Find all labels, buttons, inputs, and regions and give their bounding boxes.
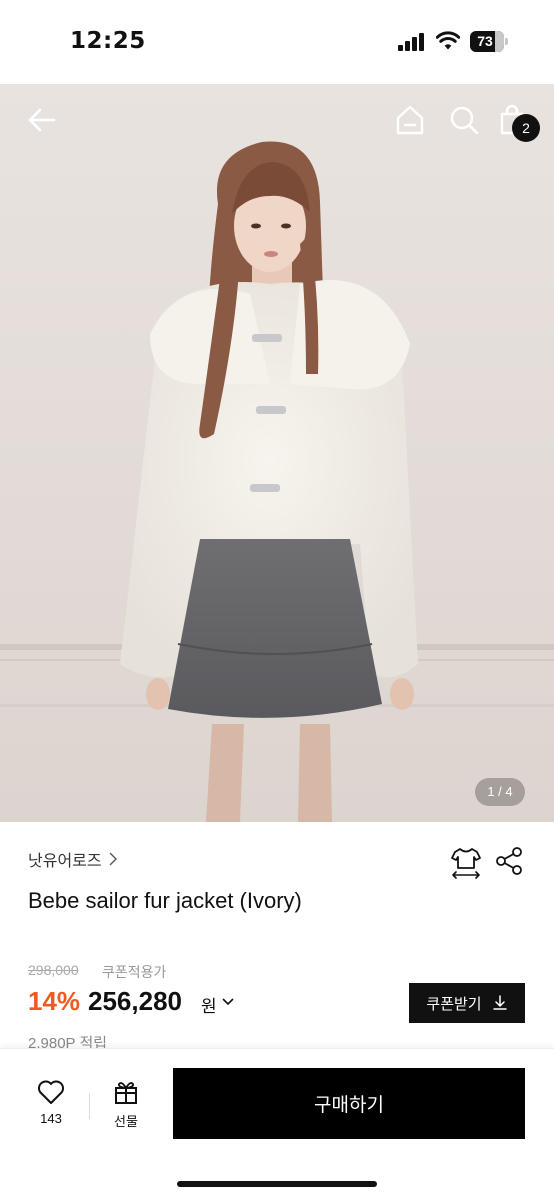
image-page-indicator: 1 / 4 xyxy=(475,778,525,806)
cellular-signal-icon xyxy=(398,33,426,51)
status-bar: 12:25 73 xyxy=(0,0,554,84)
coupon-price-note: 쿠폰적용가 xyxy=(102,965,167,981)
status-time: 12:25 xyxy=(70,28,146,54)
coupon-download-button[interactable]: 쿠폰받기 xyxy=(409,983,525,1023)
currency-unit: 원 xyxy=(201,997,217,1017)
home-icon[interactable] xyxy=(392,102,428,138)
like-button[interactable]: 143 xyxy=(28,1079,74,1135)
back-arrow-icon[interactable] xyxy=(24,102,60,138)
heart-icon xyxy=(38,1080,64,1104)
cart-count-badge: 2 xyxy=(512,114,540,142)
sale-price: 256,280 xyxy=(88,986,182,1016)
divider xyxy=(89,1093,90,1119)
discount-rate: 14% xyxy=(28,986,81,1016)
chevron-right-icon xyxy=(109,852,117,866)
coupon-button-label: 쿠폰받기 xyxy=(426,994,482,1013)
original-price: 298,000 xyxy=(28,962,79,978)
product-photo xyxy=(0,84,554,822)
size-guide-icon[interactable] xyxy=(449,845,483,879)
download-icon xyxy=(492,995,507,1010)
bottom-action-bar: 143 선물 구매하기 xyxy=(0,1048,554,1200)
buy-button[interactable]: 구매하기 xyxy=(173,1068,525,1139)
share-icon[interactable] xyxy=(494,846,524,876)
brand-name: 낫유어로즈 xyxy=(28,851,102,870)
gift-icon xyxy=(115,1082,137,1104)
reward-points: 2,980P 적립 xyxy=(28,1035,108,1048)
home-indicator[interactable] xyxy=(177,1181,377,1187)
battery-icon: 73 xyxy=(470,31,508,52)
chevron-down-icon[interactable] xyxy=(221,997,235,1007)
wifi-icon xyxy=(436,31,460,50)
search-icon[interactable] xyxy=(446,102,482,138)
brand-link[interactable]: 낫유어로즈 xyxy=(28,846,118,872)
battery-level: 73 xyxy=(477,33,493,49)
gift-label: 선물 xyxy=(114,1115,138,1130)
product-image-carousel[interactable]: 2 1 / 4 xyxy=(0,84,554,822)
product-title: Bebe sailor fur jacket (Ivory) xyxy=(28,888,302,913)
gift-button[interactable]: 선물 xyxy=(104,1079,148,1135)
like-count: 143 xyxy=(40,1111,62,1126)
